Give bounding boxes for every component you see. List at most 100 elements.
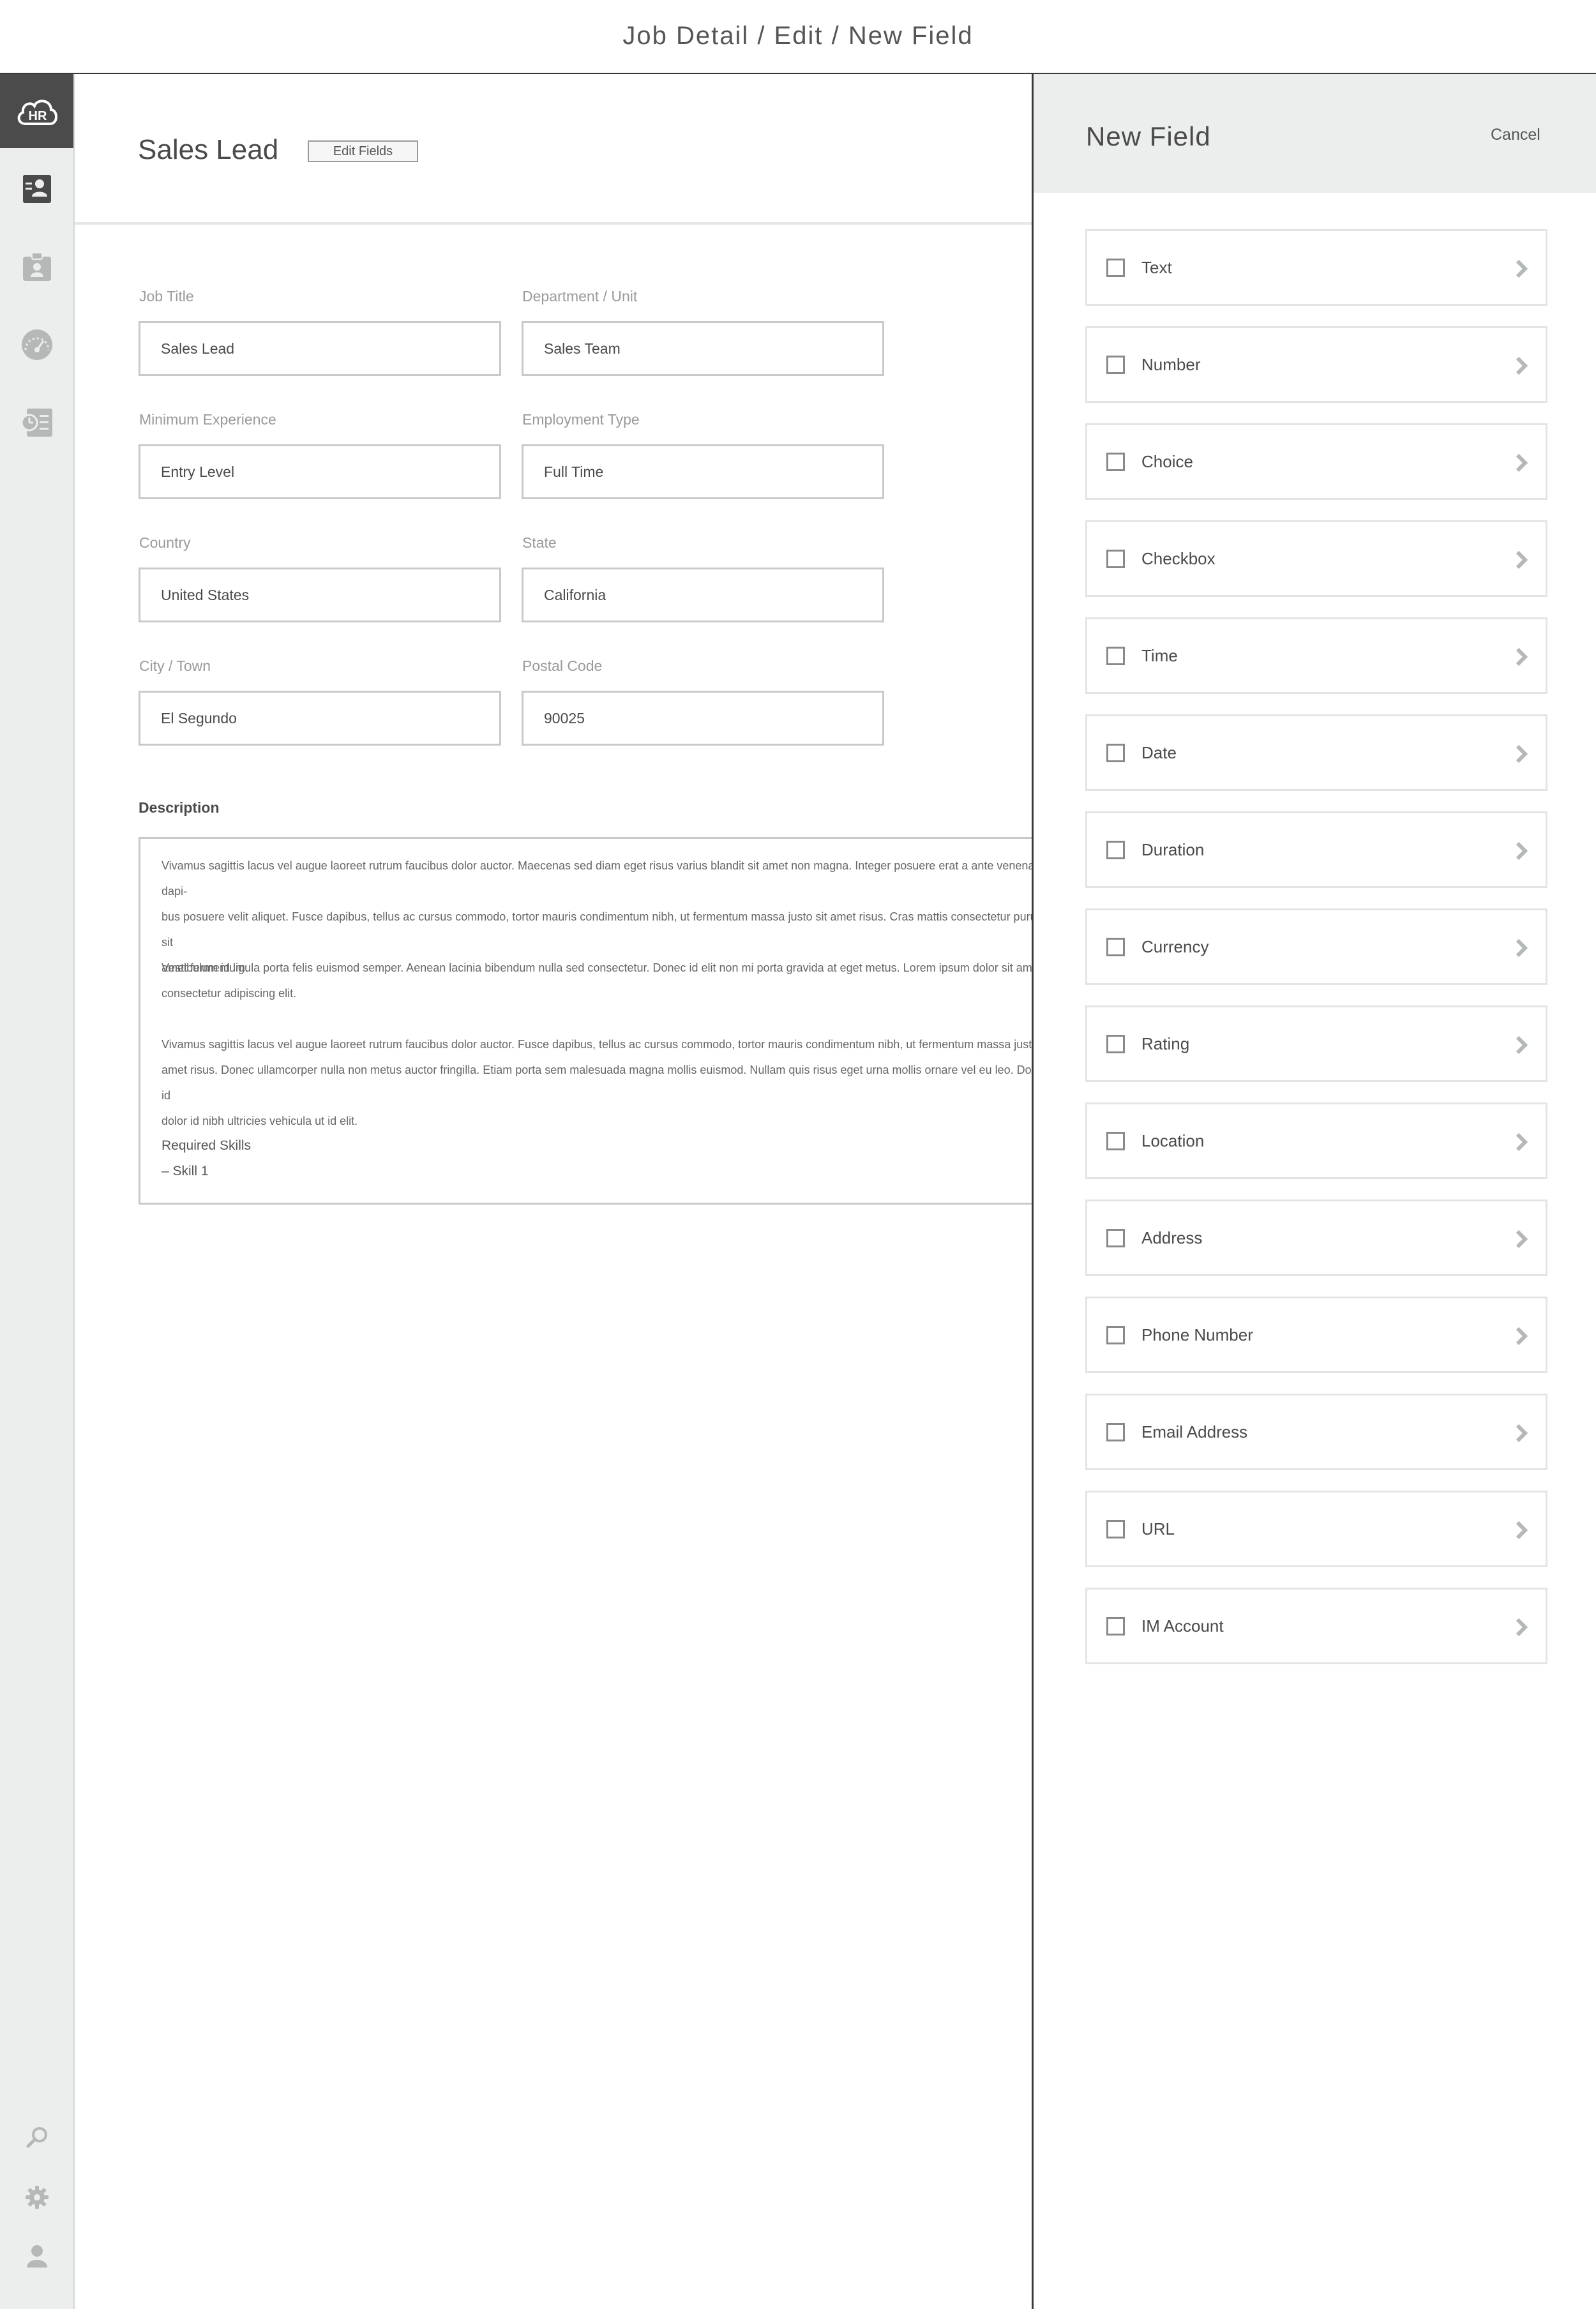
field-type-label: Text: [1141, 258, 1172, 277]
state-label: State: [522, 534, 557, 551]
country-value: United States: [161, 587, 250, 603]
chevron-right-icon: [1516, 938, 1528, 958]
department-label: Department / Unit: [522, 288, 638, 305]
dashboard-gauge-icon[interactable]: [18, 326, 56, 364]
checkbox[interactable]: [1106, 1132, 1125, 1150]
checkbox[interactable]: [1106, 550, 1125, 568]
top-bar: Job Detail / Edit / New Field: [0, 0, 1596, 74]
window-title: Job Detail / Edit / New Field: [622, 22, 974, 50]
chevron-right-icon: [1516, 841, 1528, 861]
checkbox[interactable]: [1106, 938, 1125, 956]
sidebar: HR: [0, 74, 75, 2309]
clipboard-icon[interactable]: [18, 248, 56, 286]
checkbox[interactable]: [1106, 1326, 1125, 1344]
postal-code-label: Postal Code: [522, 658, 603, 674]
main-content: Sales Lead Edit Fields Job Title Sales L…: [75, 74, 1032, 2309]
search-icon[interactable]: [18, 2118, 56, 2156]
cancel-button[interactable]: Cancel: [1491, 126, 1540, 144]
field-type-label: Choice: [1141, 452, 1193, 471]
description-paragraph: Vestibulum id ligula porta felis euismod…: [162, 961, 1032, 1000]
job-title-value: Sales Lead: [161, 340, 235, 357]
field-type-label: Email Address: [1141, 1422, 1248, 1441]
checkbox[interactable]: [1106, 1520, 1125, 1538]
state-field[interactable]: California: [522, 568, 884, 622]
field-type-label: Phone Number: [1141, 1325, 1253, 1344]
checkbox[interactable]: [1106, 841, 1125, 859]
min-experience-value: Entry Level: [161, 463, 235, 480]
field-type-choice[interactable]: Choice: [1085, 423, 1547, 500]
checkbox[interactable]: [1106, 1423, 1125, 1441]
page-title: Sales Lead: [138, 134, 279, 165]
hr-logo[interactable]: HR: [0, 74, 73, 148]
checkbox[interactable]: [1106, 647, 1125, 665]
chevron-right-icon: [1516, 356, 1528, 375]
chevron-right-icon: [1516, 259, 1528, 278]
employment-type-field[interactable]: Full Time: [522, 444, 884, 499]
checkbox[interactable]: [1106, 1229, 1125, 1247]
field-type-duration[interactable]: Duration: [1085, 811, 1547, 888]
chevron-right-icon: [1516, 647, 1528, 666]
checkbox[interactable]: [1106, 356, 1125, 374]
min-experience-label: Minimum Experience: [139, 411, 276, 428]
candidates-icon[interactable]: [18, 170, 56, 208]
city-field[interactable]: El Segundo: [139, 691, 501, 746]
country-field[interactable]: United States: [139, 568, 501, 622]
field-type-text[interactable]: Text: [1085, 229, 1547, 306]
field-type-label: Number: [1141, 355, 1201, 374]
city-label: City / Town: [139, 658, 211, 674]
description-label: Description: [139, 799, 220, 816]
skill-item: – Skill 1: [162, 1164, 209, 1178]
field-type-label: URL: [1141, 1519, 1175, 1538]
svg-text:HR: HR: [28, 109, 47, 123]
field-type-date[interactable]: Date: [1085, 714, 1547, 791]
field-type-number[interactable]: Number: [1085, 326, 1547, 403]
employment-type-label: Employment Type: [522, 411, 640, 428]
chevron-right-icon: [1516, 1424, 1528, 1443]
field-type-label: Currency: [1141, 937, 1209, 956]
chevron-right-icon: [1516, 1327, 1528, 1346]
description-paragraph: Vivamus sagittis lacus vel augue laoreet…: [162, 1038, 1032, 1127]
field-type-rating[interactable]: Rating: [1085, 1005, 1547, 1082]
department-value: Sales Team: [544, 340, 621, 357]
chevron-right-icon: [1516, 1521, 1528, 1540]
field-type-label: Rating: [1141, 1034, 1190, 1053]
field-type-checkbox[interactable]: Checkbox: [1085, 520, 1547, 597]
checkbox[interactable]: [1106, 1035, 1125, 1053]
checkbox[interactable]: [1106, 259, 1125, 277]
field-type-time[interactable]: Time: [1085, 617, 1547, 694]
field-type-label: Location: [1141, 1131, 1205, 1150]
checkbox[interactable]: [1106, 453, 1125, 471]
new-field-panel: New Field Cancel Text Number Choice Checkbo…: [1032, 74, 1596, 2309]
chevron-right-icon: [1516, 744, 1528, 763]
edit-fields-button[interactable]: Edit Fields: [308, 140, 418, 162]
country-label: Country: [139, 534, 191, 551]
cloud-icon: HR: [17, 100, 57, 125]
field-type-phone-number[interactable]: Phone Number: [1085, 1297, 1547, 1373]
checkbox[interactable]: [1106, 1617, 1125, 1636]
field-type-im-account[interactable]: IM Account: [1085, 1588, 1547, 1664]
field-type-currency[interactable]: Currency: [1085, 908, 1547, 985]
field-type-label: Duration: [1141, 840, 1205, 859]
user-icon[interactable]: [18, 2237, 56, 2275]
min-experience-field[interactable]: Entry Level: [139, 444, 501, 499]
city-value: El Segundo: [161, 710, 237, 726]
job-title-field[interactable]: Sales Lead: [139, 321, 501, 376]
gear-icon[interactable]: [18, 2178, 56, 2216]
timesheet-icon[interactable]: [18, 403, 56, 442]
field-type-label: Time: [1141, 646, 1178, 665]
description-textarea[interactable]: Vivamus sagittis lacus vel augue laoreet…: [139, 837, 1032, 1205]
page-header: Sales Lead Edit Fields: [75, 74, 1032, 225]
field-type-label: IM Account: [1141, 1616, 1224, 1636]
chevron-right-icon: [1516, 1132, 1528, 1152]
field-type-email-address[interactable]: Email Address: [1085, 1394, 1547, 1470]
field-type-address[interactable]: Address: [1085, 1200, 1547, 1276]
field-type-location[interactable]: Location: [1085, 1102, 1547, 1179]
job-title-label: Job Title: [139, 288, 194, 305]
field-type-url[interactable]: URL: [1085, 1491, 1547, 1567]
postal-code-field[interactable]: 90025: [522, 691, 884, 746]
department-field[interactable]: Sales Team: [522, 321, 884, 376]
state-value: California: [544, 587, 606, 603]
panel-title: New Field: [1086, 121, 1211, 151]
checkbox[interactable]: [1106, 744, 1125, 762]
chevron-right-icon: [1516, 453, 1528, 472]
